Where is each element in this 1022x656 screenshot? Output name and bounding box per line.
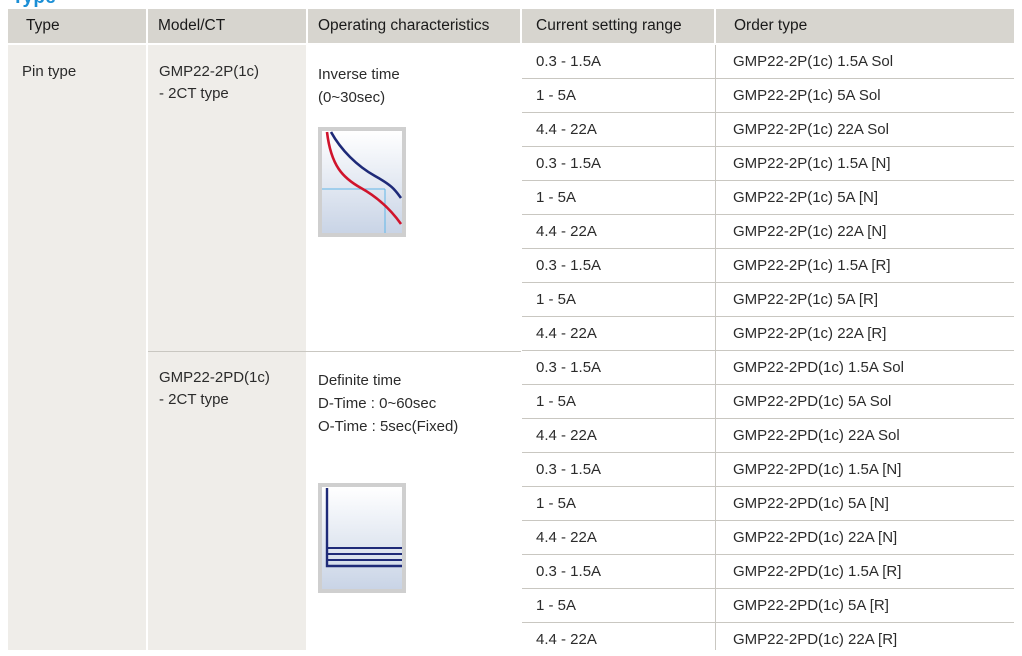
model-ct: - 2CT type (159, 391, 229, 408)
row-divider (522, 622, 1014, 623)
row-divider (522, 248, 1014, 249)
order-type-cell: GMP22-2PD(1c) 22A Sol (733, 427, 900, 444)
order-type-cell: GMP22-2PD(1c) 1.5A [R] (733, 563, 902, 580)
header-order: Order type (734, 17, 808, 34)
characteristic-detail: D-Time : 0~60sec (318, 395, 437, 412)
current-range-cell: 1 - 5A (536, 189, 577, 206)
header-model: Model/CT (158, 17, 226, 34)
current-range-cell: 0.3 - 1.5A (536, 563, 602, 580)
current-range-cell: 0.3 - 1.5A (536, 155, 602, 172)
current-range-cell: 0.3 - 1.5A (536, 257, 602, 274)
order-type-cell: GMP22-2PD(1c) 1.5A [N] (733, 461, 902, 478)
current-range-cell: 4.4 - 22A (536, 631, 597, 648)
characteristic-label: Inverse time (318, 66, 400, 83)
order-type-cell: GMP22-2PD(1c) 22A [R] (733, 631, 898, 648)
row-divider (522, 316, 1014, 317)
group-divider (148, 351, 521, 352)
row-divider (522, 78, 1014, 79)
row-divider (522, 520, 1014, 521)
model-column (148, 45, 306, 650)
current-range-cell: 4.4 - 22A (536, 121, 597, 138)
current-range-cell: 0.3 - 1.5A (536, 53, 602, 70)
order-type-cell: GMP22-2P(1c) 22A [R] (733, 325, 887, 342)
section-title-strip: Type (0, 0, 1022, 9)
header-range: Current setting range (536, 17, 682, 34)
row-divider (522, 588, 1014, 589)
table-header: Type Model/CT Operating characteristics … (8, 9, 1014, 43)
order-type-cell: GMP22-2P(1c) 1.5A [R] (733, 257, 891, 274)
model-name: GMP22-2P(1c) (159, 63, 260, 80)
header-divider (520, 9, 522, 43)
row-divider (522, 384, 1014, 385)
current-range-cell: 1 - 5A (536, 597, 577, 614)
current-range-cell: 0.3 - 1.5A (536, 461, 602, 478)
current-range-cell: 4.4 - 22A (536, 529, 597, 546)
row-divider (522, 418, 1014, 419)
order-type-cell: GMP22-2P(1c) 22A Sol (733, 121, 889, 138)
row-divider (522, 112, 1014, 113)
order-type-cell: GMP22-2P(1c) 1.5A [N] (733, 155, 891, 172)
order-type-cell: GMP22-2P(1c) 5A [R] (733, 291, 879, 308)
header-divider (306, 9, 308, 43)
row-divider (522, 452, 1014, 453)
order-type-cell: GMP22-2P(1c) 5A [N] (733, 189, 879, 206)
characteristic-detail: O-Time : 5sec(Fixed) (318, 418, 459, 435)
model-name: GMP22-2PD(1c) (159, 369, 270, 386)
order-type-cell: GMP22-2PD(1c) 5A [N] (733, 495, 889, 512)
row-divider (522, 350, 1014, 351)
order-type-cell: GMP22-2PD(1c) 1.5A Sol (733, 359, 904, 376)
inverse-time-curve-icon (318, 127, 406, 237)
order-type-cell: GMP22-2P(1c) 1.5A Sol (733, 53, 894, 70)
current-range-cell: 1 - 5A (536, 291, 577, 308)
definite-time-curve-icon (318, 483, 406, 593)
row-divider (522, 180, 1014, 181)
row-divider (522, 554, 1014, 555)
order-type-cell: GMP22-2P(1c) 22A [N] (733, 223, 887, 240)
characteristic-detail: (0~30sec) (318, 89, 386, 106)
current-range-cell: 4.4 - 22A (536, 223, 597, 240)
type-value: Pin type (22, 63, 77, 80)
current-range-cell: 4.4 - 22A (536, 325, 597, 342)
order-type-cell: GMP22-2PD(1c) 22A [N] (733, 529, 898, 546)
current-range-cell: 1 - 5A (536, 393, 577, 410)
range-order-divider (715, 45, 716, 650)
order-type-cell: GMP22-2P(1c) 5A Sol (733, 87, 881, 104)
header-type: Type (26, 17, 60, 34)
current-range-cell: 1 - 5A (536, 495, 577, 512)
current-range-cell: 0.3 - 1.5A (536, 359, 602, 376)
order-type-cell: GMP22-2PD(1c) 5A [R] (733, 597, 889, 614)
row-divider (522, 486, 1014, 487)
row-divider (522, 214, 1014, 215)
model-ct: - 2CT type (159, 85, 229, 102)
current-range-cell: 1 - 5A (536, 87, 577, 104)
characteristic-label: Definite time (318, 372, 402, 389)
header-divider (714, 9, 716, 43)
header-divider (146, 9, 148, 43)
row-divider (522, 282, 1014, 283)
current-range-cell: 4.4 - 22A (536, 427, 597, 444)
section-title: Type (12, 0, 56, 9)
order-type-cell: GMP22-2PD(1c) 5A Sol (733, 393, 892, 410)
row-divider (522, 146, 1014, 147)
header-characteristics: Operating characteristics (318, 17, 490, 34)
type-column (8, 45, 146, 650)
